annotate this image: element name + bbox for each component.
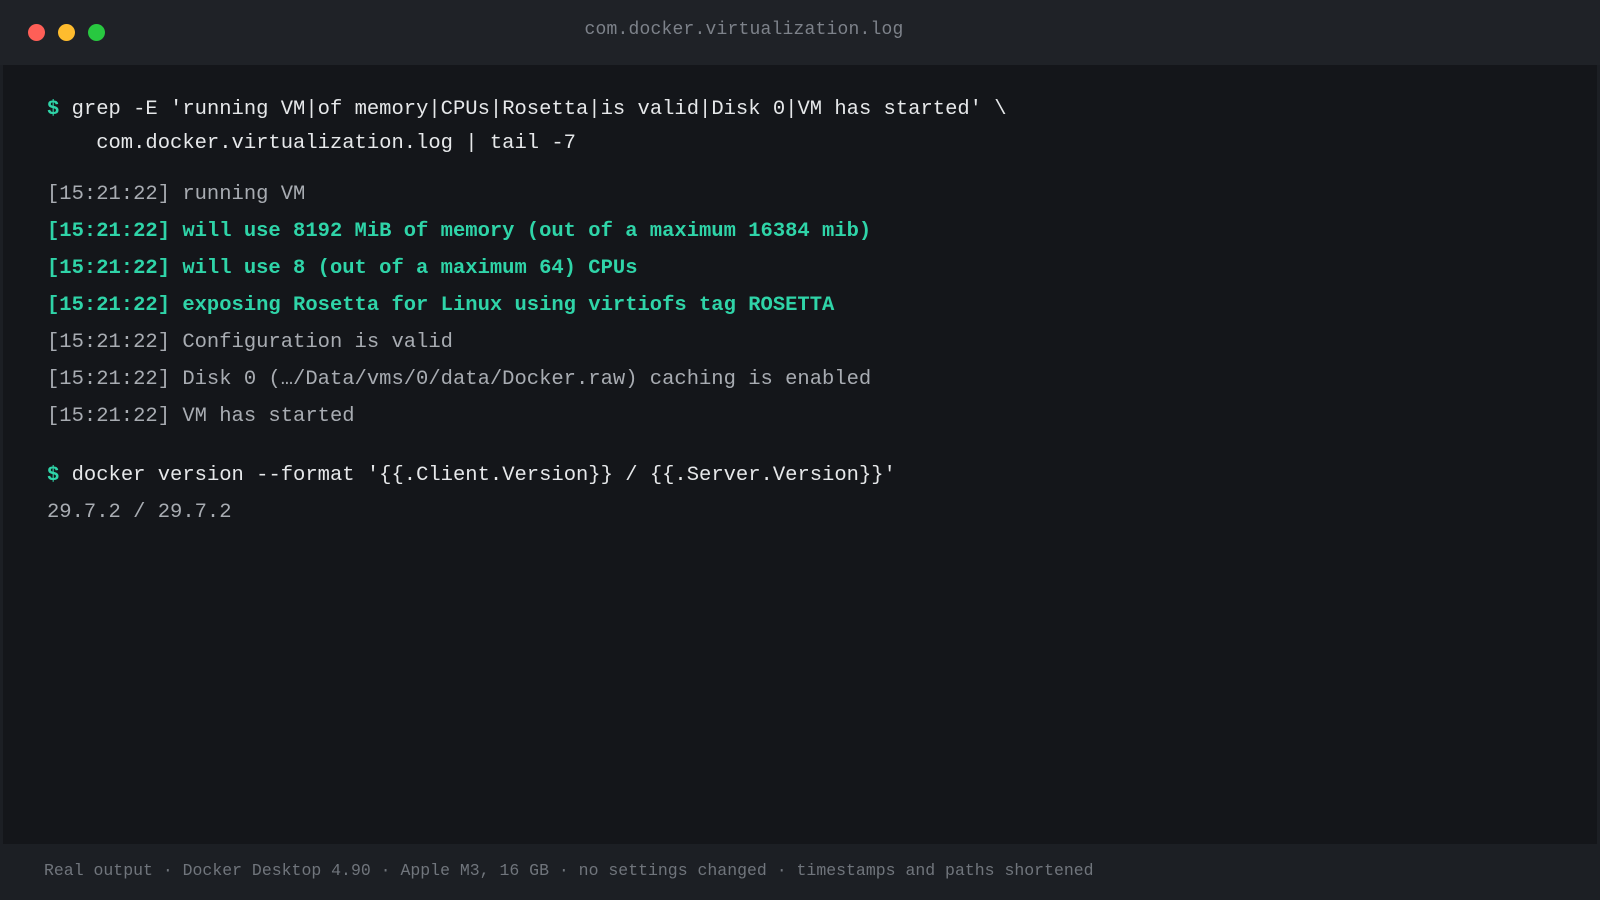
footer-caption: Real output · Docker Desktop 4.90 · Appl… — [44, 861, 1094, 880]
terminal-output[interactable]: $ grep -E 'running VM|of memory|CPUs|Ros… — [3, 65, 1597, 844]
command-line-2: $ docker version --format '{{.Client.Ver… — [47, 463, 896, 489]
command-line-1: $ grep -E 'running VM|of memory|CPUs|Ros… — [47, 97, 1007, 123]
log-line-rosetta-highlighted: [15:21:22] exposing Rosetta for Linux us… — [47, 294, 835, 317]
log-line-cpus-highlighted: [15:21:22] will use 8 (out of a maximum … — [47, 257, 638, 280]
log-line: [15:21:22] running VM — [47, 183, 306, 206]
title-bar: com.docker.virtualization.log — [0, 0, 1600, 65]
log-line: [15:21:22] Disk 0 (…/Data/vms/0/data/Doc… — [47, 368, 872, 391]
grep-command: grep -E 'running VM|of memory|CPUs|Roset… — [71, 98, 1007, 121]
docker-version-output: 29.7.2 / 29.7.2 — [47, 501, 232, 524]
prompt-symbol: $ — [47, 464, 60, 487]
footer-bar: Real output · Docker Desktop 4.90 · Appl… — [0, 844, 1600, 900]
grep-command-continuation: com.docker.virtualization.log | tail -7 — [47, 132, 576, 155]
log-line: [15:21:22] VM has started — [47, 405, 355, 428]
prompt-symbol: $ — [47, 98, 60, 121]
log-line-memory-highlighted: [15:21:22] will use 8192 MiB of memory (… — [47, 220, 872, 243]
terminal-window: com.docker.virtualization.log $ grep -E … — [0, 0, 1600, 900]
window-title: com.docker.virtualization.log — [584, 20, 904, 40]
docker-version-command: docker version --format '{{.Client.Versi… — [71, 464, 896, 487]
log-line: [15:21:22] Configuration is valid — [47, 331, 453, 354]
